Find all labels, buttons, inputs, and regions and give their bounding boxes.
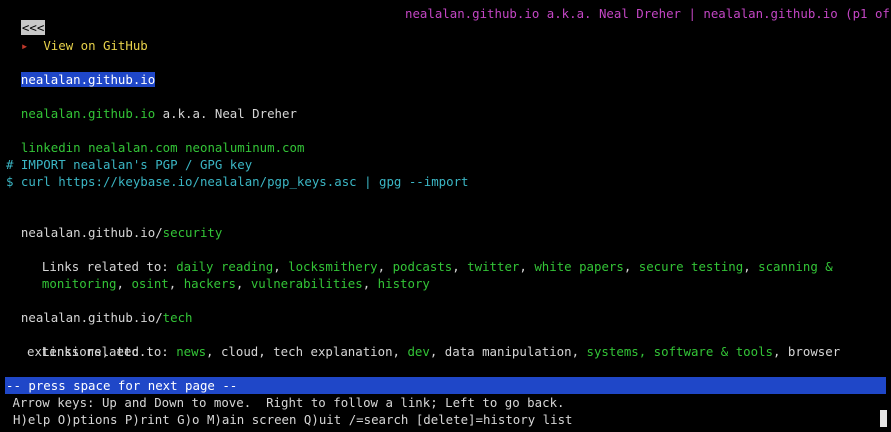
- tech-link[interactable]: tech: [163, 310, 193, 325]
- help-line-2: H)elp O)ptions P)rint G)o M)ain screen Q…: [13, 412, 573, 427]
- selected-link-line: nealalan.github.io: [6, 54, 156, 88]
- nealalan-com-link[interactable]: nealalan.com: [88, 140, 178, 155]
- topic-twitter[interactable]: twitter: [467, 259, 519, 274]
- page-title: nealalan.github.io a.k.a. Neal Dreher | …: [405, 6, 891, 21]
- github-line: ▸ View on GitHub: [6, 20, 148, 54]
- security-heading: nealalan.github.io/security: [6, 207, 222, 241]
- press-space-text: -- press space for next page --: [6, 378, 238, 393]
- help-line-1: Arrow keys: Up and Down to move. Right t…: [5, 395, 565, 410]
- social-line: linkedin nealalan.com neonaluminum.com: [6, 122, 305, 156]
- tech-base: nealalan.github.io/: [20, 310, 163, 325]
- pgp-command: $ curl https://keybase.io/nealalan/pgp_k…: [6, 174, 469, 189]
- tech-topics-line2: extensions, etc..: [27, 344, 154, 359]
- site-link[interactable]: nealalan.github.io: [21, 106, 155, 121]
- topic-dev[interactable]: dev: [407, 344, 429, 359]
- security-topics-line2: monitoring, osint, hackers, vulnerabilit…: [41, 276, 430, 291]
- view-on-github-link[interactable]: View on GitHub: [43, 38, 147, 53]
- topic-osint[interactable]: osint: [131, 276, 168, 291]
- tech-plain-1: , cloud, tech explanation,: [206, 344, 408, 359]
- terminal-cursor: [880, 410, 887, 427]
- topic-news[interactable]: news: [176, 344, 206, 359]
- linkedin-link[interactable]: linkedin: [21, 140, 81, 155]
- topic-history[interactable]: history: [378, 276, 430, 291]
- selected-link[interactable]: nealalan.github.io: [20, 72, 156, 87]
- tech-plain-2: , data manipulation,: [429, 344, 587, 359]
- tech-heading: nealalan.github.io/tech: [6, 292, 193, 326]
- topic-monitoring[interactable]: monitoring: [42, 276, 117, 291]
- topic-scanning[interactable]: scanning &: [758, 259, 833, 274]
- site-tagline: a.k.a. Neal Dreher: [155, 106, 297, 121]
- security-link[interactable]: security: [163, 225, 223, 240]
- topic-vulnerabilities[interactable]: vulnerabilities: [251, 276, 363, 291]
- topic-white-papers[interactable]: white papers: [534, 259, 624, 274]
- neonaluminum-link[interactable]: neonaluminum.com: [185, 140, 304, 155]
- topic-hackers[interactable]: hackers: [184, 276, 236, 291]
- pgp-comment: # IMPORT nealalan's PGP / GPG key: [6, 157, 253, 172]
- topic-secure-testing[interactable]: secure testing: [639, 259, 743, 274]
- topic-systems-software-tools[interactable]: systems, software & tools: [587, 344, 774, 359]
- tech-plain-3: , browser: [773, 344, 841, 359]
- press-space-bar: -- press space for next page --: [5, 377, 886, 394]
- site-line: nealalan.github.io a.k.a. Neal Dreher: [6, 88, 297, 122]
- security-base: nealalan.github.io/: [20, 225, 163, 240]
